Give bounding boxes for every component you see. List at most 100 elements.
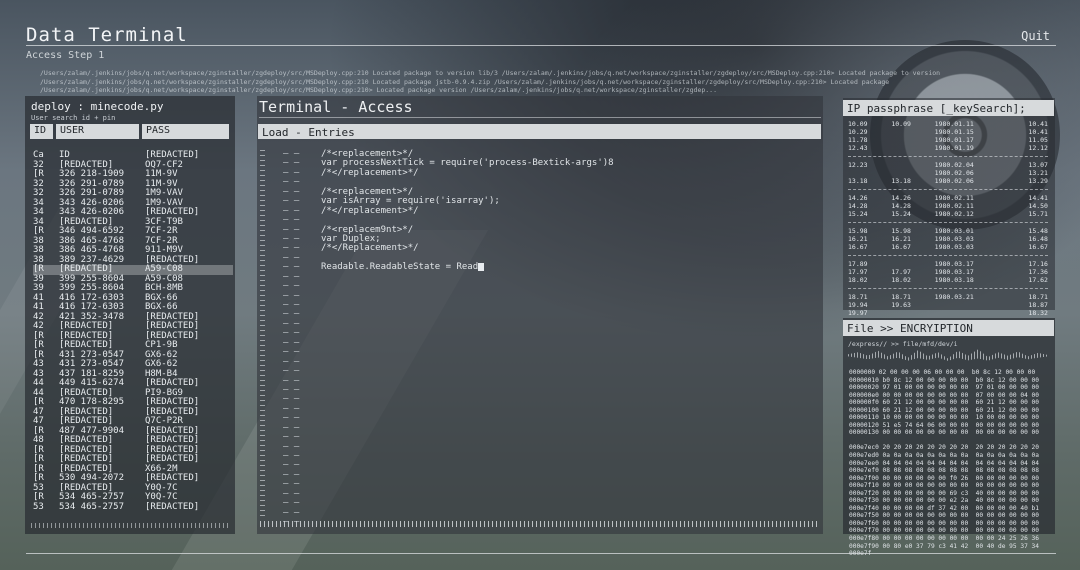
hex-row: 00000130 00 00 00 00 00 00 00 00 00 00 0… xyxy=(849,429,1039,437)
user-table: Ca ID [REDACTED] 32 [REDACTED] OQ7-CF2 [R 326 2… xyxy=(33,150,233,513)
user-list-title: deploy : minecode.py xyxy=(31,100,164,113)
passphrase-row: 10.09 10.09 1980.01.11 10.41 xyxy=(848,120,1048,128)
passphrase-cell: 17.97 xyxy=(848,268,868,276)
passphrase-row: 11.78 1980.01.17 11.05 xyxy=(848,136,1048,144)
passphrase-row: 14.28 14.28 1980.02.11 14.50 xyxy=(848,202,1048,210)
passphrase-cell: 1980.02.11 xyxy=(934,202,974,210)
passphrase-row: 1980.02.06 13.21 xyxy=(848,169,1048,177)
passphrase-cell: 1980.01.19 xyxy=(934,144,974,152)
log-path-line: /Users/zalam/.jenkins/jobs/q.net/workspa… xyxy=(40,78,890,86)
hex-row: 00000100 60 21 12 00 00 00 00 00 60 21 1… xyxy=(849,406,1039,414)
passphrase-cell: 15.98 xyxy=(848,227,868,235)
terminal-line: — — xyxy=(283,489,813,499)
passphrase-cell xyxy=(935,301,1005,309)
hex-row: 000e7ef0 08 08 08 08 08 08 08 08 08 08 0… xyxy=(849,467,1039,475)
terminal-line: — — xyxy=(283,272,813,282)
passphrase-row: 12.23 1980.02.04 13.07 xyxy=(848,161,1048,169)
log-path-line: /Users/zalam/.jenkins/jobs/q.net/workspa… xyxy=(40,69,941,77)
terminal-line: — — xyxy=(283,309,813,319)
hex-row: 0000000 02 00 00 00 06 00 00 00 b0 8c 12… xyxy=(849,369,1036,376)
hex-row: 000000e0 00 00 00 00 00 00 00 00 07 00 0… xyxy=(849,391,1039,399)
terminal-line-text: Readable.ReadableState = Read xyxy=(321,262,479,273)
cell-pass: [REDACTED] xyxy=(145,501,200,512)
hex-row: 00000120 51 e5 74 64 06 00 00 00 00 00 0… xyxy=(849,421,1039,429)
cell-id: 53 xyxy=(33,501,44,512)
column-header-id[interactable]: ID xyxy=(30,124,53,139)
terminal-line: — — xyxy=(283,319,813,329)
passphrase-cell xyxy=(891,144,931,152)
terminal-title-underline xyxy=(259,117,821,118)
passphrase-cell: 12.12 xyxy=(1028,144,1048,152)
passphrase-cell xyxy=(891,169,931,177)
quit-button[interactable]: Quit xyxy=(1021,29,1050,43)
passphrase-row: 13.18 13.18 1980.02.06 13.29 xyxy=(848,177,1048,185)
passphrase-cell: 16.67 xyxy=(848,243,868,251)
passphrase-cell: 17.89 xyxy=(848,260,868,268)
column-header-user[interactable]: USER xyxy=(56,124,139,139)
terminal-line: — — xyxy=(283,423,813,433)
log-path-line: /Users/zalam/.jenkins/jobs/q.net/workspa… xyxy=(40,86,718,94)
passphrase-row: 16.21 16.21 1980.03.03 16.48 xyxy=(848,235,1048,243)
passphrase-cell: 14.26 xyxy=(848,194,868,202)
hex-row: 000e7ed0 0a 0a 0a 0a 0a 0a 0a 0a 0a 0a 0… xyxy=(849,452,1039,460)
terminal-line: — — xyxy=(283,338,813,348)
hex-row: 000e7f xyxy=(849,550,872,558)
passphrase-cell: 14.50 xyxy=(1028,202,1048,210)
passphrase-cell: 12.43 xyxy=(848,144,868,152)
passphrase-separator xyxy=(848,152,1048,157)
passphrase-table: 10.09 10.09 1980.01.11 10.41 10.29 1980.01.15… xyxy=(848,120,1048,317)
passphrase-cell: 19.97 xyxy=(848,309,868,317)
terminal-header-bar: Load - Entries xyxy=(258,124,821,139)
passphrase-cell: 18.02 xyxy=(891,276,911,284)
terminal-line: — — xyxy=(283,385,813,395)
passphrase-cell: 13.18 xyxy=(891,177,911,185)
text-cursor xyxy=(478,263,485,272)
passphrase-cell: 10.29 xyxy=(848,128,868,136)
terminal-line: — — xyxy=(283,357,813,367)
app-subtitle: Access Step 1 xyxy=(26,50,105,61)
passphrase-cell: 10.41 xyxy=(1028,120,1048,128)
passphrase-row: 17.89 1980.03.17 17.16 xyxy=(848,260,1048,268)
passphrase-cell: 13.29 xyxy=(1028,177,1048,185)
hex-row: 000e7f10 00 00 00 00 00 00 00 00 00 00 0… xyxy=(849,482,1039,490)
encryption-header-bar: File >> ENCRYIPTION xyxy=(843,320,1054,336)
passphrase-cell: 17.36 xyxy=(1028,268,1048,276)
hex-row: 00000020 97 01 00 00 00 00 00 00 97 01 0… xyxy=(849,384,1039,392)
terminal-line: — —/*</replacement>*/ xyxy=(283,206,813,216)
passphrase-cell: 16.67 xyxy=(1028,243,1048,251)
terminal-line: — — xyxy=(283,300,813,310)
passphrase-cell: 14.28 xyxy=(891,202,911,210)
passphrase-cell: 18.71 xyxy=(848,293,868,301)
hex-row: 000e7f90 00 80 e0 37 79 c3 41 42 00 40 d… xyxy=(849,542,1039,550)
terminal-line: — — xyxy=(283,347,813,357)
terminal-output[interactable]: — —/*<replacement>*/— — var processNextTi… xyxy=(283,149,813,528)
passphrase-cell: 1980.03.17 xyxy=(934,268,974,276)
terminal-line-text: /*</replacement>*/ xyxy=(321,167,419,178)
table-row[interactable]: 53 534 465-2757 [REDACTED] xyxy=(33,501,233,513)
terminal-line: — — xyxy=(283,479,813,489)
passphrase-cell: 17.97 xyxy=(891,268,911,276)
passphrase-cell xyxy=(848,169,888,177)
terminal-line: — — xyxy=(283,366,813,376)
terminal-line-text: /*</Replacement>*/ xyxy=(321,243,419,254)
passphrase-cell: 14.26 xyxy=(891,194,911,202)
passphrase-cell: 1980.03.03 xyxy=(934,235,974,243)
hex-row: 000e7f30 00 00 00 00 00 00 e2 2a 40 00 0… xyxy=(849,497,1039,505)
column-header-pass[interactable]: PASS xyxy=(142,124,229,139)
terminal-line: — — xyxy=(283,413,813,423)
passphrase-cell: 17.16 xyxy=(1028,260,1048,268)
passphrase-row: 10.29 1980.01.15 10.41 xyxy=(848,128,1048,136)
terminal-line: — — Readable.ReadableState = Read xyxy=(283,262,813,273)
passphrase-row: 19.94 19.63 18.87 xyxy=(848,301,1048,309)
app-title: Data Terminal xyxy=(26,24,188,46)
left-bottom-ruler xyxy=(31,523,231,528)
passphrase-cell: 1980.01.15 xyxy=(934,128,974,136)
passphrase-cell: 11.05 xyxy=(1028,136,1048,144)
passphrase-cell: 17.62 xyxy=(1028,276,1048,284)
terminal-line: — — xyxy=(283,376,813,386)
passphrase-cell: 14.28 xyxy=(848,202,868,210)
passphrase-cell: 18.71 xyxy=(1028,293,1048,301)
passphrase-cell: 13.18 xyxy=(848,177,868,185)
terminal-line: — — xyxy=(283,460,813,470)
passphrase-cell: 1980.03.01 xyxy=(934,227,974,235)
